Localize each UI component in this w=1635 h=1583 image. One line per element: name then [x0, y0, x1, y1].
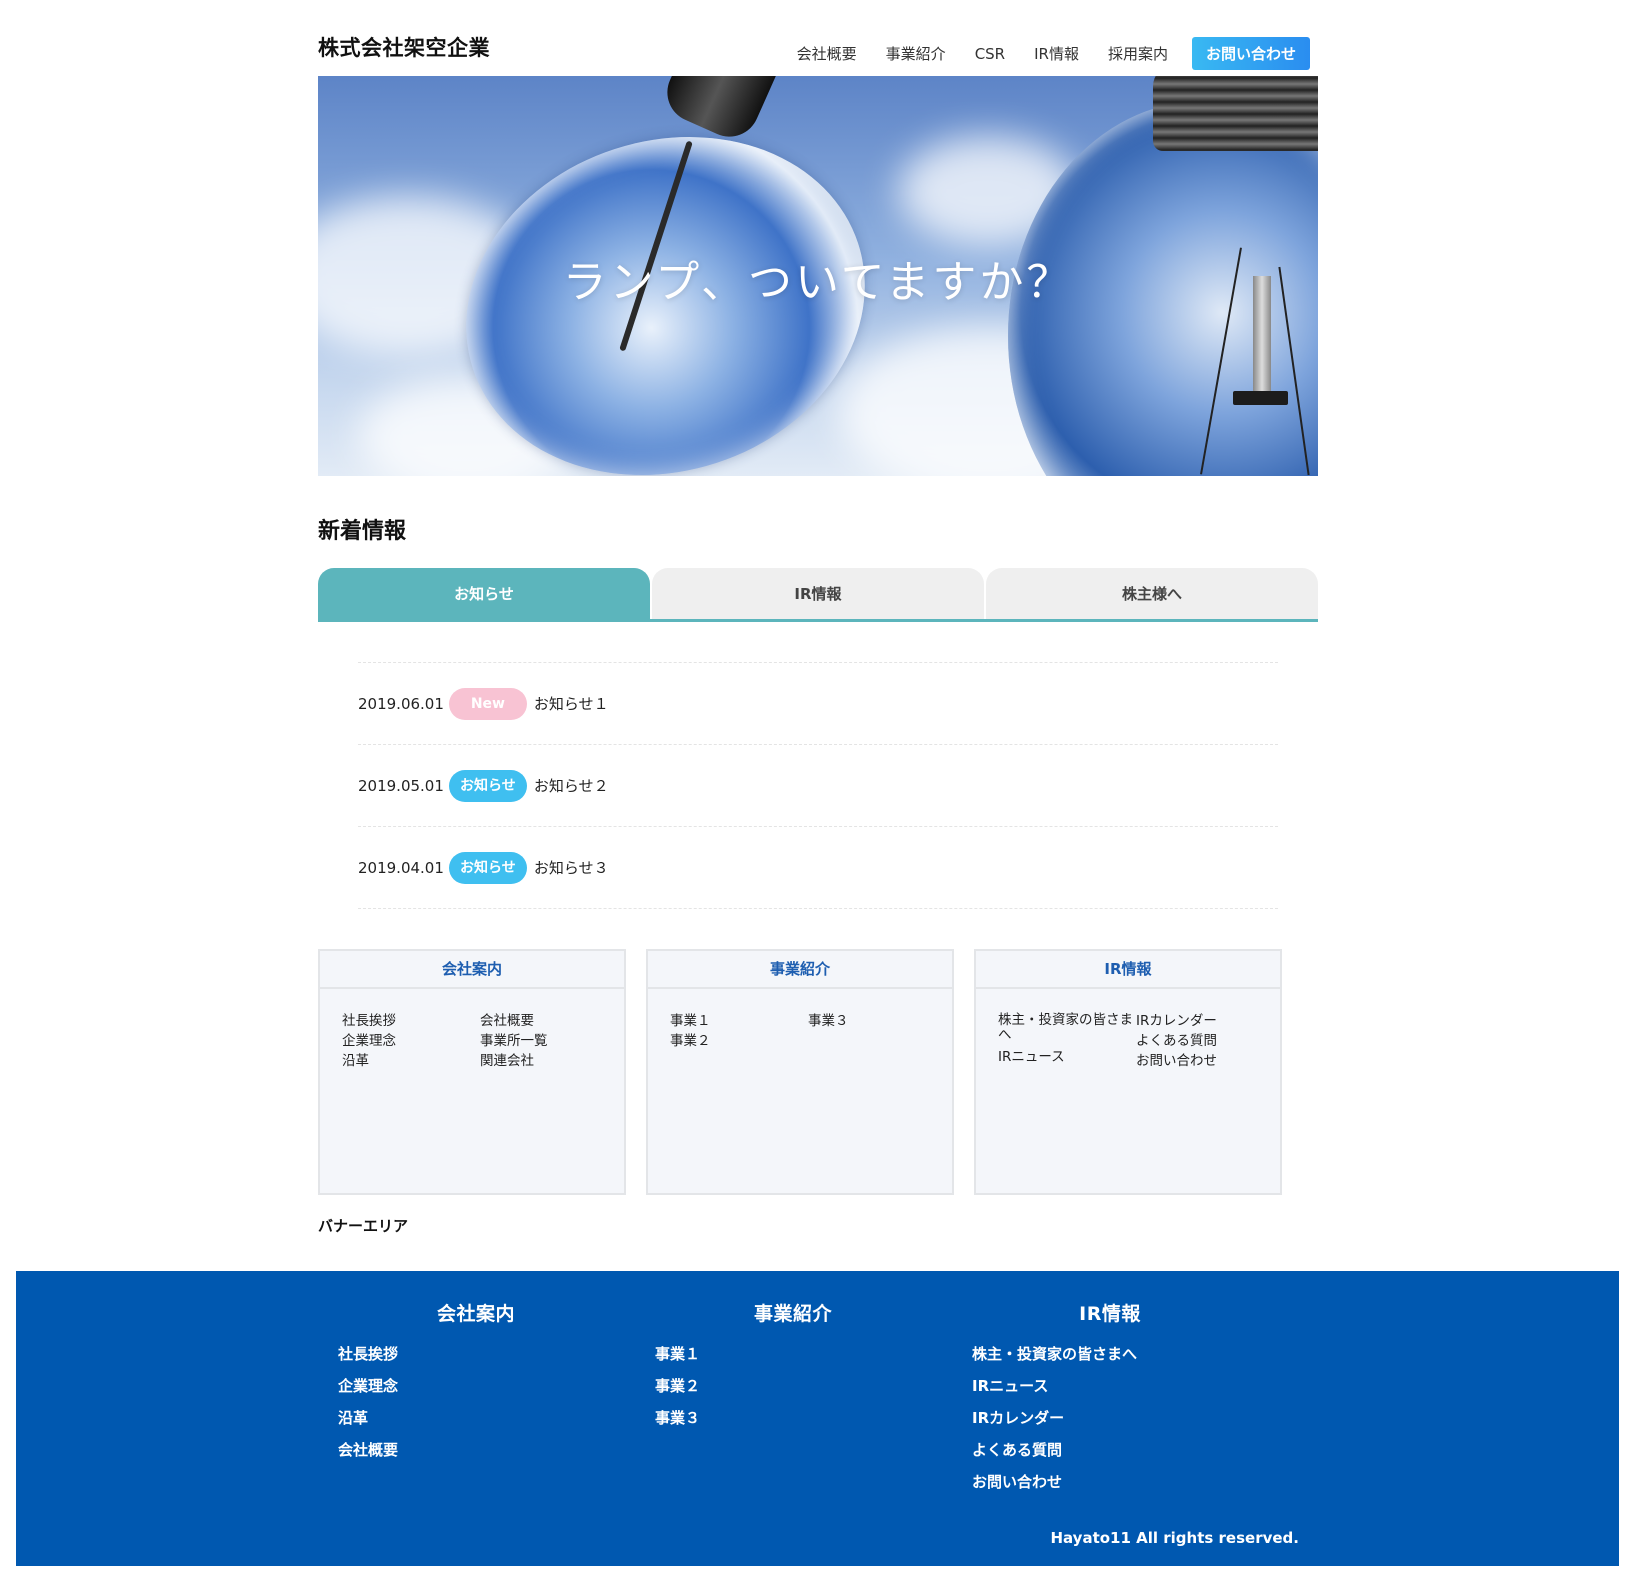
tab-notice[interactable]: お知らせ — [318, 568, 650, 619]
news-item[interactable]: 2019.06.01 New お知らせ１ — [358, 663, 1278, 745]
card-company: 会社案内 社長挨拶 企業理念 沿革 会社概要 事業所一覧 関連会社 — [318, 949, 626, 1195]
footer-link[interactable]: 事業１ — [655, 1338, 951, 1370]
news-badge-notice: お知らせ — [448, 769, 527, 802]
card-link[interactable]: 企業理念 — [342, 1031, 480, 1051]
card-link[interactable]: 関連会社 — [480, 1051, 618, 1071]
news-date: 2019.06.01 — [358, 694, 444, 713]
news-badge-notice: お知らせ — [448, 851, 527, 884]
news-date: 2019.05.01 — [358, 776, 444, 795]
nav-item-business[interactable]: 事業紹介 — [886, 43, 946, 64]
card-link[interactable]: 沿革 — [342, 1051, 480, 1071]
site-header: 株式会社架空企業 会社概要 事業紹介 CSR IR情報 採用案内 お問い合わせ — [318, 0, 1318, 76]
card-title[interactable]: 事業紹介 — [648, 951, 952, 989]
contact-button[interactable]: お問い合わせ — [1191, 37, 1310, 70]
card-link[interactable]: IRカレンダー — [1136, 1011, 1274, 1031]
tab-ir[interactable]: IR情報 — [652, 568, 984, 619]
card-link-column: 会社概要 事業所一覧 関連会社 — [480, 1011, 618, 1071]
footer-link[interactable]: お問い合わせ — [972, 1466, 1268, 1498]
footer-link[interactable]: 企業理念 — [338, 1370, 634, 1402]
card-ir: IR情報 株主・投資家の皆さまへ IRニュース IRカレンダー よくある質問 お… — [974, 949, 1282, 1195]
copyright-text: Hayato11 All rights reserved. — [1050, 1529, 1299, 1547]
category-cards: 会社案内 社長挨拶 企業理念 沿革 会社概要 事業所一覧 関連会社 事業紹介 事… — [318, 949, 1318, 1195]
news-list: 2019.06.01 New お知らせ１ 2019.05.01 お知らせ お知ら… — [358, 662, 1278, 909]
footer-link[interactable]: 事業３ — [655, 1402, 951, 1434]
card-links: 社長挨拶 企業理念 沿革 会社概要 事業所一覧 関連会社 — [320, 989, 624, 1071]
footer-link[interactable]: 事業２ — [655, 1370, 951, 1402]
card-link[interactable]: 事業３ — [808, 1011, 946, 1031]
bulb-filament-image — [1233, 391, 1288, 405]
card-link[interactable]: 事業所一覧 — [480, 1031, 618, 1051]
global-nav: 会社概要 事業紹介 CSR IR情報 採用案内 お問い合わせ — [768, 37, 1310, 70]
news-item[interactable]: 2019.05.01 お知らせ お知らせ２ — [358, 745, 1278, 827]
footer-column-title[interactable]: IR情報 — [952, 1299, 1268, 1326]
card-link[interactable]: 会社概要 — [480, 1011, 618, 1031]
news-title[interactable]: お知らせ２ — [534, 775, 609, 796]
footer-column-ir: IR情報 株主・投資家の皆さまへ IRニュース IRカレンダー よくある質問 お… — [952, 1299, 1268, 1498]
footer-link[interactable]: 株主・投資家の皆さまへ — [972, 1338, 1268, 1370]
news-section-title: 新着情報 — [318, 519, 407, 544]
footer-link[interactable]: よくある質問 — [972, 1434, 1268, 1466]
news-item[interactable]: 2019.04.01 お知らせ お知らせ３ — [358, 827, 1278, 909]
news-date: 2019.04.01 — [358, 858, 444, 877]
footer-column-title[interactable]: 会社案内 — [318, 1299, 634, 1326]
card-link[interactable]: お問い合わせ — [1136, 1051, 1274, 1071]
bulb-socket-image — [657, 76, 784, 147]
card-title[interactable]: IR情報 — [976, 951, 1280, 989]
hero-catchphrase: ランプ、ついてますか？ — [562, 257, 1074, 308]
footer-column-company: 会社案内 社長挨拶 企業理念 沿革 会社概要 — [318, 1299, 634, 1466]
news-title[interactable]: お知らせ３ — [534, 857, 609, 878]
nav-item-csr[interactable]: CSR — [975, 45, 1005, 63]
footer-link[interactable]: IRニュース — [972, 1370, 1268, 1402]
card-link[interactable]: 事業２ — [670, 1031, 808, 1051]
footer-link[interactable]: 社長挨拶 — [338, 1338, 634, 1370]
footer-link[interactable]: 沿革 — [338, 1402, 634, 1434]
card-link[interactable]: IRニュース — [998, 1047, 1136, 1067]
card-links: 株主・投資家の皆さまへ IRニュース IRカレンダー よくある質問 お問い合わせ — [976, 989, 1280, 1071]
card-link[interactable]: 事業１ — [670, 1011, 808, 1031]
card-link-column: 株主・投資家の皆さまへ IRニュース — [998, 1011, 1136, 1071]
banner-area-title: バナーエリア — [318, 1217, 409, 1235]
card-link[interactable]: よくある質問 — [1136, 1031, 1274, 1051]
footer-link[interactable]: 会社概要 — [338, 1434, 634, 1466]
footer-link[interactable]: IRカレンダー — [972, 1402, 1268, 1434]
news-title[interactable]: お知らせ１ — [534, 693, 609, 714]
card-business: 事業紹介 事業１ 事業２ 事業３ — [646, 949, 954, 1195]
card-link-column: IRカレンダー よくある質問 お問い合わせ — [1136, 1011, 1274, 1071]
card-links: 事業１ 事業２ 事業３ — [648, 989, 952, 1051]
page-container: 株式会社架空企業 会社概要 事業紹介 CSR IR情報 採用案内 お問い合わせ … — [318, 0, 1318, 1236]
card-link-column: 事業３ — [808, 1011, 946, 1051]
footer-column-business: 事業紹介 事業１ 事業２ 事業３ — [635, 1299, 951, 1434]
card-link[interactable]: 社長挨拶 — [342, 1011, 480, 1031]
nav-item-recruit[interactable]: 採用案内 — [1108, 43, 1168, 64]
hero-banner: ランプ、ついてますか？ — [318, 76, 1318, 476]
nav-item-company-overview[interactable]: 会社概要 — [797, 43, 857, 64]
site-logo[interactable]: 株式会社架空企業 — [318, 32, 490, 62]
card-title[interactable]: 会社案内 — [320, 951, 624, 989]
news-tabs: お知らせ IR情報 株主様へ — [318, 568, 1318, 622]
card-link-column: 事業１ 事業２ — [670, 1011, 808, 1051]
news-badge-new: New — [448, 687, 527, 720]
bulb-socket-image — [1153, 76, 1318, 151]
footer-column-title[interactable]: 事業紹介 — [635, 1299, 951, 1326]
tab-shareholders[interactable]: 株主様へ — [986, 568, 1318, 619]
card-link-column: 社長挨拶 企業理念 沿革 — [342, 1011, 480, 1071]
nav-item-ir[interactable]: IR情報 — [1034, 43, 1079, 64]
site-footer: 会社案内 社長挨拶 企業理念 沿革 会社概要 事業紹介 事業１ 事業２ 事業３ … — [16, 1271, 1619, 1566]
card-link[interactable]: 株主・投資家の皆さまへ — [998, 1011, 1136, 1047]
